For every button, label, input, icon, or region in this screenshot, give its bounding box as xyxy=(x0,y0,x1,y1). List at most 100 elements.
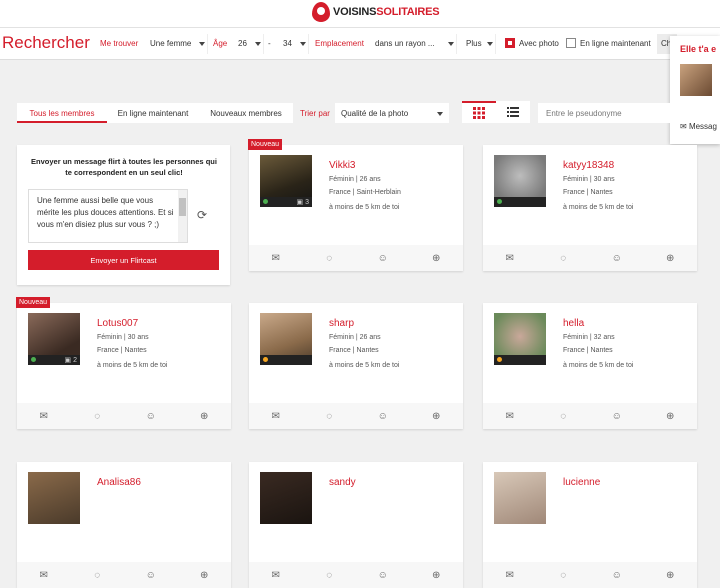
grid-view-button[interactable] xyxy=(462,101,496,123)
profile-actions: ✉ ◌ ☺ ⊕ xyxy=(249,245,463,271)
logo[interactable]: VOISINSSOLITAIRES xyxy=(312,2,440,22)
envelope-icon[interactable]: ✉ xyxy=(34,570,54,581)
profile-photo[interactable] xyxy=(260,472,312,524)
age-max-value: 34 xyxy=(283,39,292,48)
profile-photo[interactable]: ▣ 3 xyxy=(260,155,312,207)
profile-card[interactable]: Analisa86 ✉ ◌ ☺ ⊕ xyxy=(17,462,231,588)
notification-popup[interactable]: Elle t'a e ✉ Messag xyxy=(670,36,720,144)
profile-name[interactable]: Analisa86 xyxy=(97,477,141,488)
location-select[interactable]: dans un rayon ... xyxy=(371,34,457,54)
smiley-icon[interactable]: ☺ xyxy=(141,570,161,581)
profile-card[interactable]: hella Féminin | 32 ans France | Nantes à mo… xyxy=(483,303,697,429)
profile-location: France | Nantes xyxy=(97,347,147,354)
profile-photo[interactable] xyxy=(494,313,546,365)
smiley-icon[interactable]: ☺ xyxy=(141,411,161,422)
photo-bar xyxy=(494,355,546,365)
profile-name[interactable]: lucienne xyxy=(563,477,600,488)
popup-message-button[interactable]: ✉ Messag xyxy=(680,122,717,131)
add-icon[interactable]: ⊕ xyxy=(660,253,680,264)
logo-text-part2: SOLITAIRES xyxy=(376,6,440,18)
chat-bubble-icon[interactable]: ◌ xyxy=(319,411,339,422)
photo-bar: ▣ 2 xyxy=(28,355,80,365)
member-tabs: Tous les membres En ligne maintenant Nou… xyxy=(17,103,293,123)
profile-location: France | Nantes xyxy=(563,189,613,196)
profile-card[interactable]: lucienne ✉ ◌ ☺ ⊕ xyxy=(483,462,697,588)
profile-card[interactable]: sandy ✉ ◌ ☺ ⊕ xyxy=(249,462,463,588)
chat-bubble-icon[interactable]: ◌ xyxy=(319,253,339,264)
search-bar: Rechercher Me trouver Une femme Âge 26 -… xyxy=(0,28,720,60)
smiley-icon[interactable]: ☺ xyxy=(373,253,393,264)
logo-icon xyxy=(312,2,330,22)
profile-location: France | Nantes xyxy=(329,347,379,354)
add-icon[interactable]: ⊕ xyxy=(426,253,446,264)
chat-bubble-icon[interactable]: ◌ xyxy=(87,411,107,422)
profile-name[interactable]: hella xyxy=(563,318,584,329)
chat-bubble-icon[interactable]: ◌ xyxy=(553,570,573,581)
list-view-button[interactable] xyxy=(496,101,530,123)
profile-photo[interactable] xyxy=(28,472,80,524)
add-icon[interactable]: ⊕ xyxy=(194,411,214,422)
chevron-down-icon xyxy=(487,42,493,46)
add-icon[interactable]: ⊕ xyxy=(660,570,680,581)
envelope-icon[interactable]: ✉ xyxy=(500,253,520,264)
age-max-select[interactable]: 34 xyxy=(279,34,309,54)
add-icon[interactable]: ⊕ xyxy=(194,570,214,581)
profile-photo[interactable] xyxy=(260,313,312,365)
send-flirtcast-button[interactable]: Envoyer un Flirtcast xyxy=(28,250,219,270)
smiley-icon[interactable]: ☺ xyxy=(607,253,627,264)
me-trouver-label: Me trouver xyxy=(100,39,139,48)
chat-bubble-icon[interactable]: ◌ xyxy=(87,570,107,581)
profile-distance: à moins de 5 km de toi xyxy=(563,204,634,211)
popup-avatar[interactable] xyxy=(680,64,712,96)
envelope-icon[interactable]: ✉ xyxy=(266,411,286,422)
grid-icon xyxy=(473,107,485,119)
envelope-icon[interactable]: ✉ xyxy=(34,411,54,422)
smiley-icon[interactable]: ☺ xyxy=(607,411,627,422)
chat-bubble-icon[interactable]: ◌ xyxy=(319,570,339,581)
envelope-icon[interactable]: ✉ xyxy=(500,570,520,581)
profile-distance: à moins de 5 km de toi xyxy=(329,362,400,369)
online-status-dot xyxy=(497,357,502,362)
profile-name[interactable]: Lotus007 xyxy=(97,318,138,329)
profile-photo[interactable] xyxy=(494,155,546,207)
chat-bubble-icon[interactable]: ◌ xyxy=(553,253,573,264)
profile-card[interactable]: katyy18348 Féminin | 30 ans France | Nante… xyxy=(483,145,697,271)
profile-photo[interactable] xyxy=(494,472,546,524)
envelope-icon[interactable]: ✉ xyxy=(266,570,286,581)
envelope-icon[interactable]: ✉ xyxy=(500,411,520,422)
logo-text-part1: VOISINS xyxy=(333,6,377,18)
tab-new-members[interactable]: Nouveaux membres xyxy=(199,103,293,123)
flirtcast-message[interactable]: Une femme aussi belle que vous mérite le… xyxy=(28,189,188,243)
more-select[interactable]: Plus xyxy=(462,34,496,54)
add-icon[interactable]: ⊕ xyxy=(426,411,446,422)
flirtcast-scrollbar[interactable] xyxy=(178,190,187,242)
profile-card[interactable]: sharp Féminin | 26 ans France | Nantes à mo… xyxy=(249,303,463,429)
sort-value: Qualité de la photo xyxy=(341,109,409,118)
tab-online-now[interactable]: En ligne maintenant xyxy=(107,103,199,123)
search-title: Rechercher xyxy=(2,33,90,52)
pseudo-search-input[interactable]: Entre le pseudonyme xyxy=(538,103,720,123)
add-icon[interactable]: ⊕ xyxy=(660,411,680,422)
chat-bubble-icon[interactable]: ◌ xyxy=(553,411,573,422)
me-trouver-select[interactable]: Une femme xyxy=(146,34,208,54)
with-photo-checkbox[interactable] xyxy=(505,38,515,48)
smiley-icon[interactable]: ☺ xyxy=(373,570,393,581)
more-label: Plus xyxy=(466,39,482,48)
sort-select[interactable]: Qualité de la photo xyxy=(335,103,449,123)
online-now-checkbox[interactable] xyxy=(566,38,576,48)
tab-all-members[interactable]: Tous les membres xyxy=(17,103,107,123)
smiley-icon[interactable]: ☺ xyxy=(607,570,627,581)
profile-card[interactable]: Nouveau ▣ 2 Lotus007 Féminin | 30 ans France… xyxy=(16,297,231,429)
refresh-icon[interactable]: ⟳ xyxy=(197,208,207,222)
online-now-label: En ligne maintenant xyxy=(580,39,651,48)
add-icon[interactable]: ⊕ xyxy=(426,570,446,581)
age-min-select[interactable]: 26 xyxy=(234,34,264,54)
profile-name[interactable]: katyy18348 xyxy=(563,160,614,171)
smiley-icon[interactable]: ☺ xyxy=(373,411,393,422)
profile-name[interactable]: Vikki3 xyxy=(329,160,356,171)
envelope-icon[interactable]: ✉ xyxy=(266,253,286,264)
profile-name[interactable]: sandy xyxy=(329,477,356,488)
profile-card[interactable]: Nouveau ▣ 3 Vikki3 Féminin | 26 ans France |… xyxy=(248,139,463,271)
profile-photo[interactable]: ▣ 2 xyxy=(28,313,80,365)
profile-name[interactable]: sharp xyxy=(329,318,354,329)
